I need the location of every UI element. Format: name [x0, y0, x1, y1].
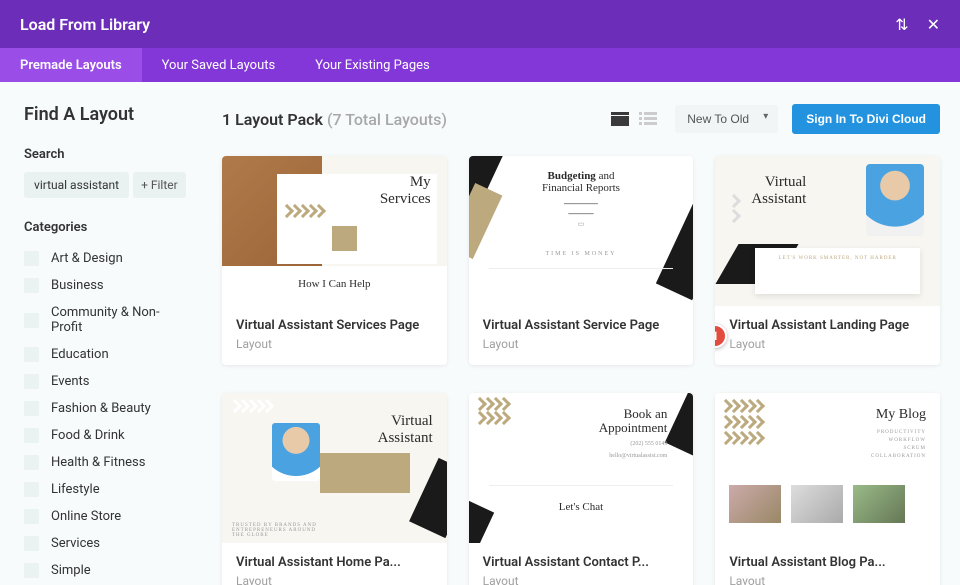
layout-thumbnail: Budgeting andFinancial Reports ━━━━━━━━━…	[469, 156, 694, 306]
layout-card[interactable]: 1 VirtualAssistant LET'S WORK SMARTER, N…	[715, 156, 940, 365]
category-label: Community & Non-Profit	[51, 305, 190, 335]
modal-header: Load From Library ⇅ ✕	[0, 0, 960, 48]
category-item[interactable]: Food & Drink	[24, 422, 190, 449]
card-subtitle: Layout	[729, 574, 926, 585]
tab-premade-layouts[interactable]: Premade Layouts	[0, 48, 142, 82]
checkbox-icon[interactable]	[24, 536, 39, 551]
card-body: Virtual Assistant Landing Page Layout	[715, 306, 940, 365]
category-label: Simple	[51, 563, 91, 578]
checkbox-icon[interactable]	[24, 313, 39, 328]
layout-thumbnail: Book anAppointment (202) 555 0149hello@v…	[469, 393, 694, 543]
pack-count-main: 1 Layout Pack	[222, 110, 327, 129]
category-label: Food & Drink	[51, 428, 125, 443]
sort-dropdown[interactable]: New To Old	[675, 105, 778, 133]
layout-grid: MyServices How I Can Help Virtual Assist…	[222, 156, 940, 585]
card-title: Virtual Assistant Services Page	[236, 318, 433, 333]
category-item[interactable]: Simple	[24, 557, 190, 584]
card-title: Virtual Assistant Landing Page	[729, 318, 926, 333]
layout-card[interactable]: MyServices How I Can Help Virtual Assist…	[222, 156, 447, 365]
list-view-icon[interactable]	[639, 112, 657, 126]
checkbox-icon[interactable]	[24, 482, 39, 497]
search-row: virtual assistant + Filter	[24, 172, 190, 198]
category-label: Services	[51, 536, 100, 551]
main-area: Find A Layout Search virtual assistant +…	[0, 82, 960, 585]
layout-thumbnail: VirtualAssistant LET'S WORK SMARTER, NOT…	[715, 156, 940, 306]
card-body: Virtual Assistant Blog Pa... Layout	[715, 543, 940, 585]
card-subtitle: Layout	[729, 337, 926, 351]
layout-card[interactable]: Budgeting andFinancial Reports ━━━━━━━━━…	[469, 156, 694, 365]
checkbox-icon[interactable]	[24, 509, 39, 524]
tab-existing-pages[interactable]: Your Existing Pages	[295, 48, 450, 82]
category-label: Events	[51, 374, 89, 389]
content: 1 Layout Pack (7 Total Layouts) New To O…	[210, 82, 960, 585]
category-label: Education	[51, 347, 109, 362]
layout-card[interactable]: My Blog PRODUCTIVITYWORKFLOWSCRUMCOLLABO…	[715, 393, 940, 585]
layout-thumbnail: VirtualAssistant TRUSTED BY BRANDS ANDEN…	[222, 393, 447, 543]
category-label: Online Store	[51, 509, 121, 524]
checkbox-icon[interactable]	[24, 278, 39, 293]
tab-bar: Premade Layouts Your Saved Layouts Your …	[0, 48, 960, 82]
search-label: Search	[24, 147, 190, 162]
sidebar: Find A Layout Search virtual assistant +…	[0, 82, 210, 585]
grid-view-icon[interactable]	[611, 112, 629, 126]
layout-card[interactable]: Book anAppointment (202) 555 0149hello@v…	[469, 393, 694, 585]
category-list: Art & Design Business Community & Non-Pr…	[24, 245, 190, 585]
category-item[interactable]: Community & Non-Profit	[24, 299, 190, 341]
sort-arrows-icon[interactable]: ⇅	[895, 15, 908, 34]
card-title: Virtual Assistant Service Page	[483, 318, 680, 333]
category-label: Business	[51, 278, 104, 293]
category-item[interactable]: Events	[24, 368, 190, 395]
checkbox-icon[interactable]	[24, 428, 39, 443]
category-item[interactable]: Services	[24, 530, 190, 557]
category-item[interactable]: Fashion & Beauty	[24, 395, 190, 422]
card-title: Virtual Assistant Blog Pa...	[729, 555, 926, 570]
sidebar-title: Find A Layout	[24, 104, 190, 125]
close-icon[interactable]: ✕	[927, 15, 940, 34]
card-title: Virtual Assistant Contact P...	[483, 555, 680, 570]
card-body: Virtual Assistant Services Page Layout	[222, 306, 447, 365]
search-tag[interactable]: virtual assistant	[24, 172, 129, 198]
category-label: Fashion & Beauty	[51, 401, 151, 416]
category-label: Health & Fitness	[51, 455, 145, 470]
view-toggle	[611, 112, 657, 126]
layout-card[interactable]: VirtualAssistant TRUSTED BY BRANDS ANDEN…	[222, 393, 447, 585]
head-controls: New To Old Sign In To Divi Cloud	[611, 104, 940, 134]
tab-saved-layouts[interactable]: Your Saved Layouts	[142, 48, 296, 82]
category-item[interactable]: Online Store	[24, 503, 190, 530]
checkbox-icon[interactable]	[24, 374, 39, 389]
card-body: Virtual Assistant Home Pa... Layout	[222, 543, 447, 585]
pack-count: 1 Layout Pack (7 Total Layouts)	[222, 110, 447, 129]
card-subtitle: Layout	[236, 574, 433, 585]
card-subtitle: Layout	[483, 337, 680, 351]
categories-label: Categories	[24, 220, 190, 235]
header-actions: ⇅ ✕	[895, 15, 940, 34]
layout-thumbnail: MyServices How I Can Help	[222, 156, 447, 306]
category-item[interactable]: Health & Fitness	[24, 449, 190, 476]
filter-button[interactable]: + Filter	[133, 172, 186, 198]
category-item[interactable]: Lifestyle	[24, 476, 190, 503]
category-item[interactable]: Business	[24, 272, 190, 299]
modal-title: Load From Library	[20, 15, 150, 34]
sort-select[interactable]: New To Old	[675, 105, 778, 133]
checkbox-icon[interactable]	[24, 563, 39, 578]
layout-thumbnail: My Blog PRODUCTIVITYWORKFLOWSCRUMCOLLABO…	[715, 393, 940, 543]
content-header: 1 Layout Pack (7 Total Layouts) New To O…	[222, 104, 940, 134]
card-body: Virtual Assistant Service Page Layout	[469, 306, 694, 365]
card-body: Virtual Assistant Contact P... Layout	[469, 543, 694, 585]
category-item[interactable]: Education	[24, 341, 190, 368]
checkbox-icon[interactable]	[24, 455, 39, 470]
checkbox-icon[interactable]	[24, 347, 39, 362]
pack-count-total: (7 Total Layouts)	[327, 110, 447, 129]
category-label: Lifestyle	[51, 482, 100, 497]
checkbox-icon[interactable]	[24, 251, 39, 266]
card-title: Virtual Assistant Home Pa...	[236, 555, 433, 570]
category-label: Art & Design	[51, 251, 123, 266]
sign-in-button[interactable]: Sign In To Divi Cloud	[792, 104, 940, 134]
card-subtitle: Layout	[483, 574, 680, 585]
category-item[interactable]: Art & Design	[24, 245, 190, 272]
checkbox-icon[interactable]	[24, 401, 39, 416]
card-subtitle: Layout	[236, 337, 433, 351]
